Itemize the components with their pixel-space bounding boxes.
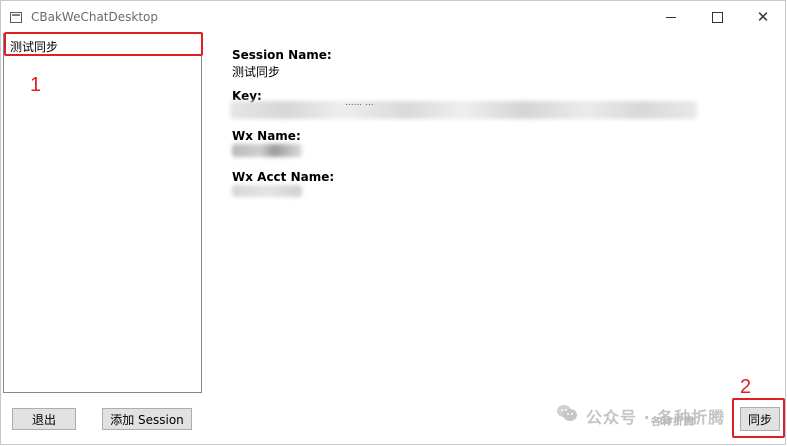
app-icon bbox=[10, 12, 22, 23]
maximize-icon bbox=[711, 11, 723, 23]
highlight-box-2 bbox=[732, 398, 785, 438]
wx-acct-name-label: Wx Acct Name: bbox=[232, 170, 335, 184]
minimize-icon bbox=[666, 16, 676, 18]
maximize-button[interactable] bbox=[694, 1, 740, 33]
close-button[interactable]: ✕ bbox=[740, 1, 786, 33]
key-value-visible: ...... ... bbox=[345, 98, 374, 108]
title-bar[interactable]: CBakWeChatDesktop ✕ bbox=[1, 1, 785, 33]
session-name-value: 测试同步 bbox=[232, 65, 281, 79]
annotation-marker-2: 2 bbox=[740, 376, 752, 398]
annotation-marker-1: 1 bbox=[30, 74, 42, 96]
minimize-button[interactable] bbox=[648, 1, 694, 33]
wechat-watermark-icon bbox=[557, 405, 577, 421]
app-window: CBakWeChatDesktop ✕ 测试同步 1 Session Name:… bbox=[0, 0, 786, 445]
close-icon: ✕ bbox=[756, 7, 770, 26]
watermark-small-text: 各种折腾 bbox=[651, 417, 695, 428]
session-name-label: Session Name: bbox=[232, 48, 332, 62]
highlight-box-1 bbox=[4, 32, 203, 56]
wx-acct-name-value-redacted bbox=[232, 185, 302, 197]
key-value-redacted bbox=[230, 101, 697, 119]
wx-name-label: Wx Name: bbox=[232, 129, 301, 143]
wx-name-value-redacted bbox=[232, 144, 302, 157]
window-title: CBakWeChatDesktop bbox=[31, 10, 158, 24]
exit-button[interactable]: 退出 bbox=[12, 408, 76, 430]
add-session-button[interactable]: 添加 Session bbox=[102, 408, 192, 430]
